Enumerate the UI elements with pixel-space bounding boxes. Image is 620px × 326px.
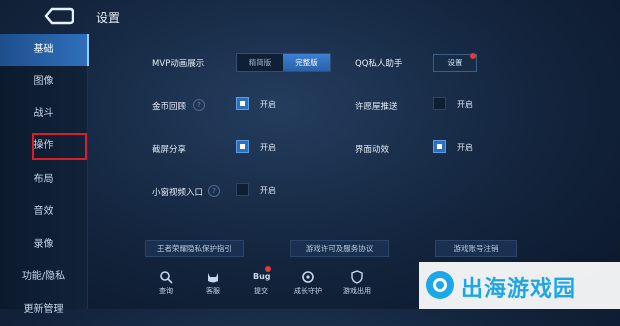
screenshot-share-checkbox[interactable] [236, 140, 249, 153]
wish-push-checkbox[interactable] [433, 97, 446, 110]
sidebar-item-layout[interactable]: 布局 [0, 164, 87, 196]
watermark-text: 出海游戏园 [461, 277, 577, 302]
screenshot-share-label: 截屏分享 [152, 145, 187, 155]
service-agreement-link[interactable]: 游戏许可及服务协议 [290, 240, 389, 257]
account-cancel-link[interactable]: 游戏账号注销 [435, 240, 517, 257]
bottom-game-use[interactable]: 游戏出用 [337, 270, 377, 296]
highlight-box [32, 133, 87, 160]
coins-review-checkbox[interactable] [236, 97, 249, 110]
mvp-option-simple[interactable]: 精简版 [237, 54, 283, 71]
growth-icon [300, 270, 316, 284]
qq-assistant-label: QQ私人助手 [355, 59, 403, 69]
mvp-segmented-control: 精简版 完整版 [236, 53, 331, 72]
bottom-query[interactable]: 查询 [146, 270, 186, 296]
bottom-bug-label: 提交 [254, 287, 268, 295]
back-arrow-icon[interactable] [40, 6, 74, 26]
mini-video-toggle-text: 开启 [260, 186, 276, 195]
bottom-query-label: 查询 [159, 287, 173, 295]
coins-review-toggle-text: 开启 [260, 100, 276, 109]
ui-animation-label: 界面动效 [355, 145, 390, 155]
bottom-support-label: 客服 [206, 287, 220, 295]
help-icon[interactable]: ? [193, 99, 205, 111]
sidebar-item-battle[interactable]: 战斗 [0, 98, 87, 130]
page-title: 设置 [96, 11, 121, 25]
screenshot-share-toggle-text: 开启 [260, 143, 276, 152]
sidebar: 基础 图像 战斗 操作 布局 音效 录像 功能/隐私 更新管理 [0, 34, 89, 315]
bottom-support[interactable]: 客服 [193, 270, 233, 296]
top-bar: 设置 [0, 0, 620, 34]
sidebar-item-sound[interactable]: 音效 [0, 196, 87, 228]
sidebar-item-privacy[interactable]: 功能/隐私 [0, 261, 87, 293]
ui-animation-toggle-text: 开启 [457, 143, 473, 152]
bottom-game-use-label: 游戏出用 [343, 287, 371, 295]
coins-review-label: 金币回顾 [152, 102, 187, 112]
wish-push-label: 许愿屋推送 [355, 102, 398, 112]
privacy-guide-link[interactable]: 王者荣耀隐私保护指引 [145, 240, 244, 257]
bottom-growth-label: 成长守护 [294, 287, 322, 295]
sidebar-item-update[interactable]: 更新管理 [0, 294, 87, 326]
new-badge [265, 266, 271, 272]
bug-icon: Bug [253, 272, 271, 281]
watermark: 出海游戏园 [419, 262, 620, 309]
ui-animation-checkbox[interactable] [433, 140, 446, 153]
mvp-label: MVP动画展示 [152, 59, 205, 69]
cat-icon [205, 270, 221, 284]
help-icon[interactable]: ? [208, 185, 220, 197]
sidebar-item-image[interactable]: 图像 [0, 66, 87, 98]
shield-icon [349, 270, 365, 284]
mini-video-checkbox[interactable] [236, 183, 249, 196]
sidebar-item-replay[interactable]: 录像 [0, 229, 87, 261]
watermark-logo-icon [426, 271, 454, 299]
sidebar-item-basic[interactable]: 基础 [0, 34, 89, 66]
wish-push-toggle-text: 开启 [457, 100, 473, 109]
mvp-option-full[interactable]: 完整版 [283, 54, 330, 71]
new-badge [470, 53, 476, 59]
bottom-bug-report[interactable]: Bug 提交 [241, 270, 281, 296]
mini-video-label: 小窗视频入口 [152, 188, 204, 198]
bottom-growth-guard[interactable]: 成长守护 [288, 270, 328, 296]
search-icon [158, 270, 174, 284]
